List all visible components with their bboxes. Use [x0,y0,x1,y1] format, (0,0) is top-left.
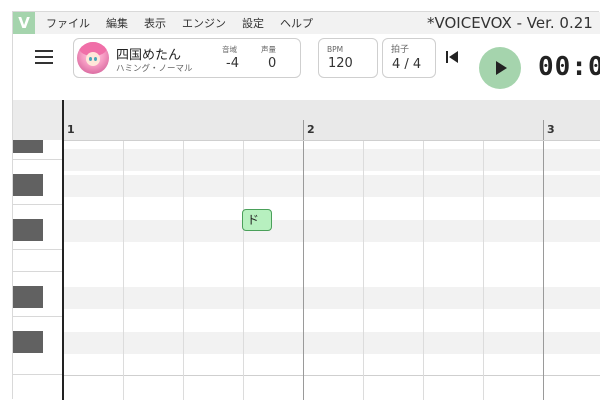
key-range-label: 音域 [222,45,237,54]
menu-items: ファイル 編集 表示 エンジン 設定 ヘルプ [39,15,322,31]
measure-tick [303,120,304,140]
piano-black-key[interactable] [13,219,43,241]
menu-settings[interactable]: 設定 [235,15,273,31]
note-block[interactable]: ド [242,209,272,231]
piano-black-key[interactable] [13,286,43,308]
volume-range-label: 声量 [261,45,276,54]
measure-label-2: 2 [307,123,315,136]
playback-time: 00:0 [538,52,600,82]
app-window: V ファイル 編集 表示 エンジン 設定 ヘルプ *VOICEVOX - Ver… [13,12,600,400]
menu-engine[interactable]: エンジン [175,15,235,31]
key-range-value[interactable]: -4 [226,56,239,71]
beat-label: 拍子 [391,45,410,55]
singer-avatar [77,42,109,74]
skip-to-start-icon[interactable] [445,50,459,64]
menubar: V ファイル 編集 表示 エンジン 設定 ヘルプ *VOICEVOX - Ver… [13,12,600,34]
bpm-label: BPM [327,45,344,54]
app-logo: V [13,12,35,34]
measure-label-3: 3 [547,123,555,136]
play-button[interactable] [479,47,521,89]
singer-style: ハミング・ノーマル [116,64,193,74]
window-title: *VOICEVOX - Ver. 0.21 [427,14,593,32]
menu-view[interactable]: 表示 [137,15,175,31]
bpm-input[interactable]: BPM 120 [318,38,378,78]
singer-name: 四国めたん [116,48,182,63]
piano-keyboard[interactable]: C4 [13,140,63,400]
time-signature-input[interactable]: 拍子 4 / 4 [382,38,436,78]
piano-black-key[interactable] [13,331,43,353]
measure-tick [543,120,544,140]
bpm-value: 120 [328,56,353,71]
menu-help[interactable]: ヘルプ [273,15,322,31]
play-icon [496,61,507,75]
singer-selector[interactable]: 四国めたん ハミング・ノーマル 音域 -4 声量 0 [73,38,301,78]
note-grid[interactable] [64,141,600,400]
measure-label-1: 1 [67,123,75,136]
menu-edit[interactable]: 編集 [99,15,137,31]
piano-black-key[interactable] [13,140,43,153]
piano-black-key[interactable] [13,174,43,196]
menu-file[interactable]: ファイル [39,15,99,31]
score-editor: 1 2 3 C4 [13,100,600,400]
ruler-corner [13,100,63,140]
measure-ruler[interactable]: 1 2 3 [63,100,600,141]
beat-value: 4 / 4 [392,57,422,72]
hamburger-menu-icon[interactable] [35,50,53,64]
volume-range-value[interactable]: 0 [268,56,276,71]
